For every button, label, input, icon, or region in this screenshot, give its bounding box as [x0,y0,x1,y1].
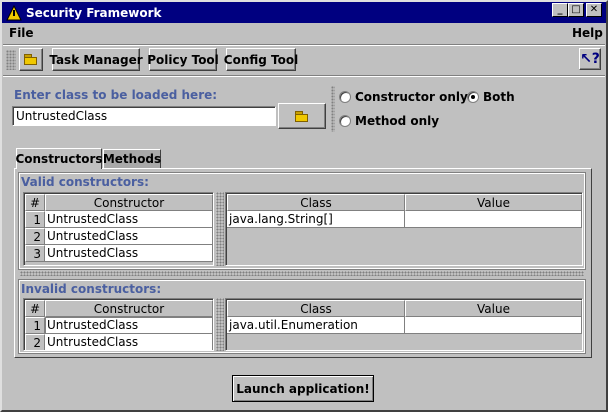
context-help-button[interactable]: ↖? [579,48,601,70]
panel-grip [331,86,335,132]
class-input-label: Enter class to be loaded here: [14,88,218,102]
row-number: 3 [25,245,45,262]
radio-circle [339,91,351,103]
radio-circle-selected [467,91,479,103]
valid-constructors-table[interactable]: # Constructor 1 UntrustedClass 2 Untrust… [23,192,214,266]
radio-label: Method only [355,114,440,128]
constructor-cell[interactable]: UntrustedClass [45,228,213,245]
param-class-cell[interactable]: java.lang.String[] [227,211,405,228]
column-header-value[interactable]: Value [405,300,582,317]
radio-method-only[interactable]: Method only [339,114,439,128]
constructor-cell[interactable]: UntrustedClass [45,334,213,350]
task-manager-button[interactable]: Task Manager [49,48,143,71]
radio-constructor-only[interactable]: Constructor only [339,90,468,104]
param-value-cell[interactable] [405,211,582,228]
vertical-splitter[interactable] [216,298,224,351]
column-header-value[interactable]: Value [405,194,582,211]
folder-open-icon [24,54,38,65]
toolbar-grip[interactable] [6,50,16,70]
constructor-cell[interactable]: UntrustedClass [45,211,213,228]
column-header-constructor[interactable]: Constructor [45,300,213,317]
column-header-number[interactable]: # [25,300,45,317]
radio-circle [339,115,351,127]
class-name-input[interactable]: UntrustedClass [12,106,276,126]
constructor-cell[interactable]: UntrustedClass [45,317,213,334]
help-pointer-icon: ↖? [580,51,600,67]
column-header-number[interactable]: # [25,194,45,211]
row-number: 2 [25,228,45,245]
app-icon [6,4,22,20]
invalid-constructors-table[interactable]: # Constructor 1 UntrustedClass 2 Untrust… [23,298,214,351]
column-header-class[interactable]: Class [227,194,405,211]
param-value-cell[interactable] [405,317,582,334]
tab-constructors[interactable]: Constructors [15,148,103,169]
row-number: 1 [25,317,45,334]
menu-file[interactable]: File [9,26,34,40]
launch-application-button[interactable]: Launch application! [232,375,374,402]
column-header-class[interactable]: Class [227,300,405,317]
menu-help[interactable]: Help [572,26,603,40]
tab-methods[interactable]: Methods [103,149,161,168]
config-tool-button[interactable]: Config Tool [224,48,298,71]
minimize-button[interactable]: _ [552,3,568,17]
maximize-button[interactable]: □ [568,3,584,17]
valid-constructors-label: Valid constructors: [21,175,149,189]
menu-divider [3,44,605,45]
toolbar-divider [3,75,605,76]
valid-parameters-table[interactable]: Class Value java.lang.String[] [225,192,583,266]
row-number: 1 [25,211,45,228]
vertical-splitter[interactable] [216,192,224,266]
policy-tool-button[interactable]: Policy Tool [147,48,219,71]
open-toolbar-button[interactable] [19,48,43,71]
invalid-parameters-table[interactable]: Class Value java.util.Enumeration [225,298,583,351]
close-button[interactable]: ✕ [586,3,602,17]
title-bar[interactable]: Security Framework [2,2,606,23]
column-header-constructor[interactable]: Constructor [45,194,213,211]
window-title: Security Framework [26,5,162,20]
row-number: 2 [25,334,45,350]
folder-open-icon [295,110,309,122]
radio-label: Both [483,90,515,104]
radio-both[interactable]: Both [467,90,515,104]
browse-class-button[interactable] [278,103,326,129]
constructor-cell[interactable]: UntrustedClass [45,245,213,262]
invalid-constructors-label: Invalid constructors: [21,282,162,296]
param-class-cell[interactable]: java.util.Enumeration [227,317,405,334]
radio-label: Constructor only [355,90,468,104]
horizontal-splitter[interactable] [20,271,584,276]
